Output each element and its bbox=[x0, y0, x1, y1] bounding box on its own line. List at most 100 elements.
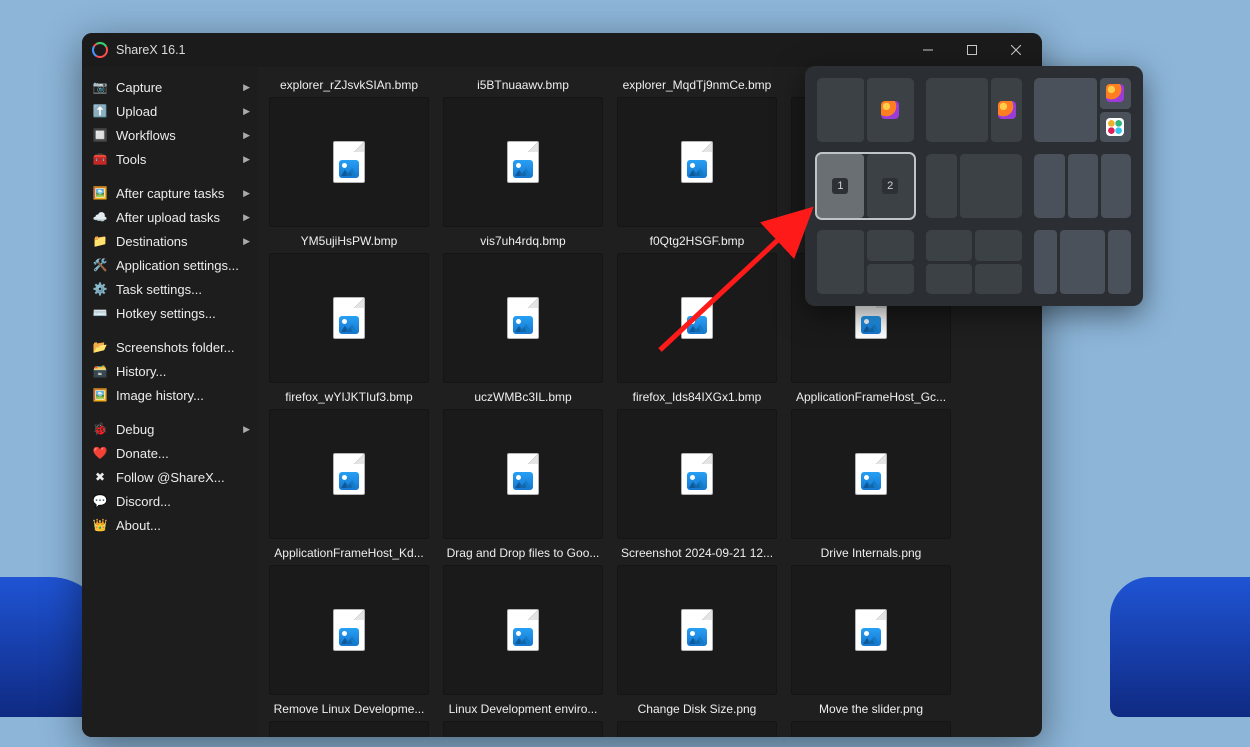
history-item[interactable]: firefox_wYIJKTIuf3.bmp bbox=[266, 385, 432, 541]
minimize-button[interactable] bbox=[906, 34, 950, 66]
sidebar-item-destinations[interactable]: 📁Destinations▶ bbox=[84, 229, 256, 253]
snap-cell bbox=[1101, 154, 1131, 218]
sidebar-item-label: Tools bbox=[116, 152, 146, 167]
sidebar-item-icon: 🧰 bbox=[92, 151, 108, 167]
history-item-label: Screenshot 2024-09-21 12... bbox=[614, 541, 780, 565]
maximize-button[interactable] bbox=[950, 34, 994, 66]
history-item-thumb bbox=[269, 409, 429, 539]
history-item-label: ApplicationFrameHost_Kd... bbox=[266, 541, 432, 565]
close-button[interactable] bbox=[994, 34, 1038, 66]
sidebar-item-icon: 🐞 bbox=[92, 421, 108, 437]
history-item[interactable]: vis7uh4rdq.bmp bbox=[440, 229, 606, 385]
snap-layout-2col[interactable] bbox=[817, 78, 914, 142]
history-item[interactable]: uczWMBc3IL.bmp bbox=[440, 385, 606, 541]
snap-cell: 1 bbox=[817, 154, 864, 218]
history-item[interactable]: ApplicationFrameHost_Gc... bbox=[788, 385, 954, 541]
history-item[interactable]: firefox_Ids84IXGx1.bmp bbox=[614, 385, 780, 541]
image-file-icon bbox=[507, 453, 539, 495]
image-file-icon bbox=[681, 609, 713, 651]
titlebar[interactable]: ShareX 16.1 bbox=[82, 33, 1042, 67]
history-item[interactable]: Linux Development enviro... bbox=[440, 697, 606, 737]
sidebar-item-after-capture-tasks[interactable]: 🖼️After capture tasks▶ bbox=[84, 181, 256, 205]
sidebar-item-label: Donate... bbox=[116, 446, 169, 461]
history-item[interactable]: YM5ujiHsPW.bmp bbox=[266, 229, 432, 385]
snap-cell bbox=[867, 230, 914, 261]
history-item[interactable]: Move the slider.png bbox=[788, 697, 954, 737]
snap-layout-2col-wide[interactable] bbox=[926, 78, 1023, 142]
snap-layout-3col[interactable] bbox=[1034, 154, 1131, 218]
snap-layouts-popup: 1 2 bbox=[805, 66, 1143, 306]
sidebar-item-history[interactable]: 🗃️History... bbox=[84, 359, 256, 383]
history-item-label: ApplicationFrameHost_Gc... bbox=[788, 385, 954, 409]
sidebar-item-workflows[interactable]: 🔲Workflows▶ bbox=[84, 123, 256, 147]
sidebar-item-label: Destinations bbox=[116, 234, 188, 249]
history-item-thumb bbox=[443, 253, 603, 383]
firefox-icon bbox=[1106, 84, 1124, 102]
snap-layout-2col-narrow[interactable] bbox=[926, 154, 1023, 218]
snap-cell-number: 1 bbox=[832, 178, 848, 194]
maximize-icon bbox=[967, 45, 977, 55]
snap-cell bbox=[975, 264, 1022, 295]
history-item[interactable]: i5BTnuaawv.bmp bbox=[440, 73, 606, 229]
sidebar-item-donate[interactable]: ❤️Donate... bbox=[84, 441, 256, 465]
snap-cell bbox=[1068, 154, 1098, 218]
submenu-arrow-icon: ▶ bbox=[243, 212, 250, 223]
history-item[interactable]: explorer_rZJsvkSIAn.bmp bbox=[266, 73, 432, 229]
snap-layout-1-2stack[interactable] bbox=[1034, 78, 1131, 142]
snap-layout-4grid[interactable] bbox=[926, 230, 1023, 294]
history-item-label: Change Disk Size.png bbox=[614, 697, 780, 721]
history-item[interactable]: Change Disk Size.png bbox=[614, 697, 780, 737]
snap-layout-1-2stack-b[interactable] bbox=[817, 230, 914, 294]
sidebar-item-upload[interactable]: ⬆️Upload▶ bbox=[84, 99, 256, 123]
history-item-thumb bbox=[617, 565, 777, 695]
sidebar-item-icon: ✖ bbox=[92, 469, 108, 485]
sidebar-item-capture[interactable]: 📷Capture▶ bbox=[84, 75, 256, 99]
firefox-icon bbox=[998, 101, 1016, 119]
sidebar-item-debug[interactable]: 🐞Debug▶ bbox=[84, 417, 256, 441]
submenu-arrow-icon: ▶ bbox=[243, 106, 250, 117]
history-item-thumb bbox=[269, 97, 429, 227]
sidebar-item-label: Task settings... bbox=[116, 282, 202, 297]
submenu-arrow-icon: ▶ bbox=[243, 130, 250, 141]
firefox-icon bbox=[881, 101, 899, 119]
history-item[interactable]: ApplicationFrameHost_Kd... bbox=[266, 541, 432, 697]
history-item-label: Drive Internals.png bbox=[788, 541, 954, 565]
sidebar-item-tools[interactable]: 🧰 Tools ▶ bbox=[84, 147, 256, 171]
history-item[interactable]: Drive Internals.png bbox=[788, 541, 954, 697]
snap-cell bbox=[926, 78, 988, 142]
sidebar-item-task-settings[interactable]: ⚙️Task settings... bbox=[84, 277, 256, 301]
snap-cell bbox=[926, 154, 957, 218]
snap-layout-2col-selected[interactable]: 1 2 bbox=[817, 154, 914, 218]
history-item[interactable]: Remove Linux Developme... bbox=[266, 697, 432, 737]
sidebar-item-hotkey-settings[interactable]: ⌨️Hotkey settings... bbox=[84, 301, 256, 325]
history-item[interactable]: f0Qtg2HSGF.bmp bbox=[614, 229, 780, 385]
sidebar-item-about[interactable]: 👑About... bbox=[84, 513, 256, 537]
history-item-thumb bbox=[443, 97, 603, 227]
sidebar-item-icon: 👑 bbox=[92, 517, 108, 533]
sidebar-item-follow-sharex[interactable]: ✖Follow @ShareX... bbox=[84, 465, 256, 489]
sidebar-item-after-upload-tasks[interactable]: ☁️After upload tasks▶ bbox=[84, 205, 256, 229]
submenu-arrow-icon: ▶ bbox=[243, 154, 250, 165]
snap-layout-3col-center[interactable] bbox=[1034, 230, 1131, 294]
history-item[interactable]: explorer_MqdTj9nmCe.bmp bbox=[614, 73, 780, 229]
history-item-label: Linux Development enviro... bbox=[440, 697, 606, 721]
history-item-thumb bbox=[443, 565, 603, 695]
sidebar-item-discord[interactable]: 💬Discord... bbox=[84, 489, 256, 513]
sidebar: 📷Capture▶⬆️Upload▶🔲Workflows▶🧰Tools▶🖼️Af… bbox=[82, 67, 258, 737]
sidebar-item-label: Workflows bbox=[116, 128, 176, 143]
sidebar-item-image-history[interactable]: 🖼️Image history... bbox=[84, 383, 256, 407]
history-item-thumb bbox=[791, 565, 951, 695]
sidebar-item-label: History... bbox=[116, 364, 166, 379]
sidebar-item-icon: 💬 bbox=[92, 493, 108, 509]
history-item-thumb bbox=[617, 97, 777, 227]
sidebar-item-screenshots-folder[interactable]: 📂Screenshots folder... bbox=[84, 335, 256, 359]
submenu-arrow-icon: ▶ bbox=[243, 82, 250, 93]
minimize-icon bbox=[923, 45, 933, 55]
snap-cell: 2 bbox=[867, 154, 914, 218]
history-item[interactable]: Drag and Drop files to Goo... bbox=[440, 541, 606, 697]
sidebar-item-application-settings[interactable]: 🛠️Application settings... bbox=[84, 253, 256, 277]
history-item-label: Remove Linux Developme... bbox=[266, 697, 432, 721]
window-title: ShareX 16.1 bbox=[116, 43, 906, 57]
sidebar-item-icon: 📁 bbox=[92, 233, 108, 249]
history-item[interactable]: Screenshot 2024-09-21 12... bbox=[614, 541, 780, 697]
